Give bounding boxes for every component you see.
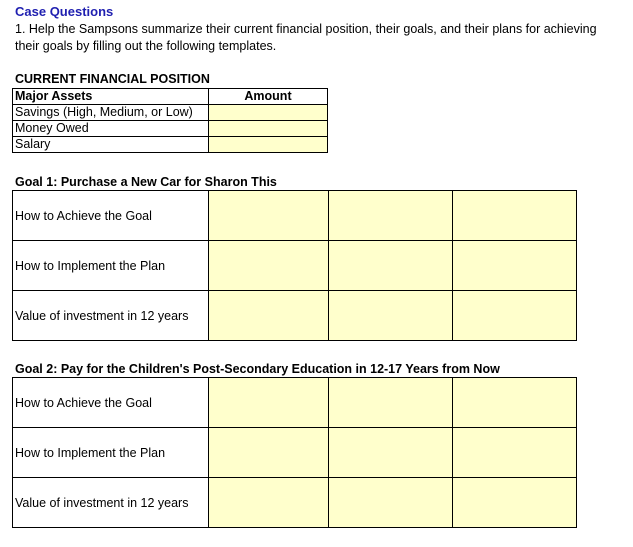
goal-2-implement-cell-3[interactable]	[452, 427, 577, 478]
row-label-money-owed: Money Owed	[12, 120, 209, 137]
goal-1-achieve-cell-3[interactable]	[452, 190, 577, 241]
goal-1-value-cell-3[interactable]	[452, 290, 577, 341]
goal-2-value-cell-1[interactable]	[208, 477, 329, 528]
table-row: How to Implement the Plan	[12, 427, 577, 478]
goal-2-value-cell-2[interactable]	[328, 477, 453, 528]
row-label-value: Value of investment in 12 years	[12, 477, 209, 528]
row-label-salary: Salary	[12, 136, 209, 153]
money-owed-amount-input[interactable]	[208, 120, 328, 137]
row-label-implement: How to Implement the Plan	[12, 427, 209, 478]
table-row: How to Achieve the Goal	[12, 377, 577, 428]
table-header-row: Major Assets Amount	[12, 88, 328, 105]
row-label-implement: How to Implement the Plan	[12, 240, 209, 291]
financial-position-heading: CURRENT FINANCIAL POSITION	[15, 72, 210, 86]
goal-2-implement-cell-2[interactable]	[328, 427, 453, 478]
table-row: Value of investment in 12 years	[12, 290, 577, 341]
goal-2-value-cell-3[interactable]	[452, 477, 577, 528]
row-label-value: Value of investment in 12 years	[12, 290, 209, 341]
question-text: 1. Help the Sampsons summarize their cur…	[15, 22, 597, 53]
goal-2-achieve-cell-3[interactable]	[452, 377, 577, 428]
goal-1-achieve-cell-1[interactable]	[208, 190, 329, 241]
salary-amount-input[interactable]	[208, 136, 328, 153]
goal-1-implement-cell-3[interactable]	[452, 240, 577, 291]
goal-1-value-cell-1[interactable]	[208, 290, 329, 341]
table-row: Money Owed	[12, 120, 328, 137]
financial-position-table: Major Assets Amount Savings (High, Mediu…	[12, 88, 328, 153]
goal-1-table: How to Achieve the Goal How to Implement…	[12, 190, 577, 341]
goal-2-implement-cell-1[interactable]	[208, 427, 329, 478]
goal-2-achieve-cell-1[interactable]	[208, 377, 329, 428]
goal-1-implement-cell-1[interactable]	[208, 240, 329, 291]
savings-amount-input[interactable]	[208, 104, 328, 121]
goal-2-heading: Goal 2: Pay for the Children's Post-Seco…	[15, 362, 500, 376]
row-label-achieve: How to Achieve the Goal	[12, 377, 209, 428]
table-row: Salary	[12, 136, 328, 153]
goal-1-implement-cell-2[interactable]	[328, 240, 453, 291]
goal-1-value-cell-2[interactable]	[328, 290, 453, 341]
column-header-amount: Amount	[208, 88, 328, 105]
goal-2-achieve-cell-2[interactable]	[328, 377, 453, 428]
case-questions-title: Case Questions	[15, 4, 114, 19]
goal-2-table: How to Achieve the Goal How to Implement…	[12, 377, 577, 528]
row-label-savings: Savings (High, Medium, or Low)	[12, 104, 209, 121]
row-label-achieve: How to Achieve the Goal	[12, 190, 209, 241]
table-row: Savings (High, Medium, or Low)	[12, 104, 328, 121]
table-row: How to Achieve the Goal	[12, 190, 577, 241]
table-row: Value of investment in 12 years	[12, 477, 577, 528]
goal-1-achieve-cell-2[interactable]	[328, 190, 453, 241]
goal-1-heading: Goal 1: Purchase a New Car for Sharon Th…	[15, 175, 277, 189]
column-header-major-assets: Major Assets	[12, 88, 209, 105]
table-row: How to Implement the Plan	[12, 240, 577, 291]
